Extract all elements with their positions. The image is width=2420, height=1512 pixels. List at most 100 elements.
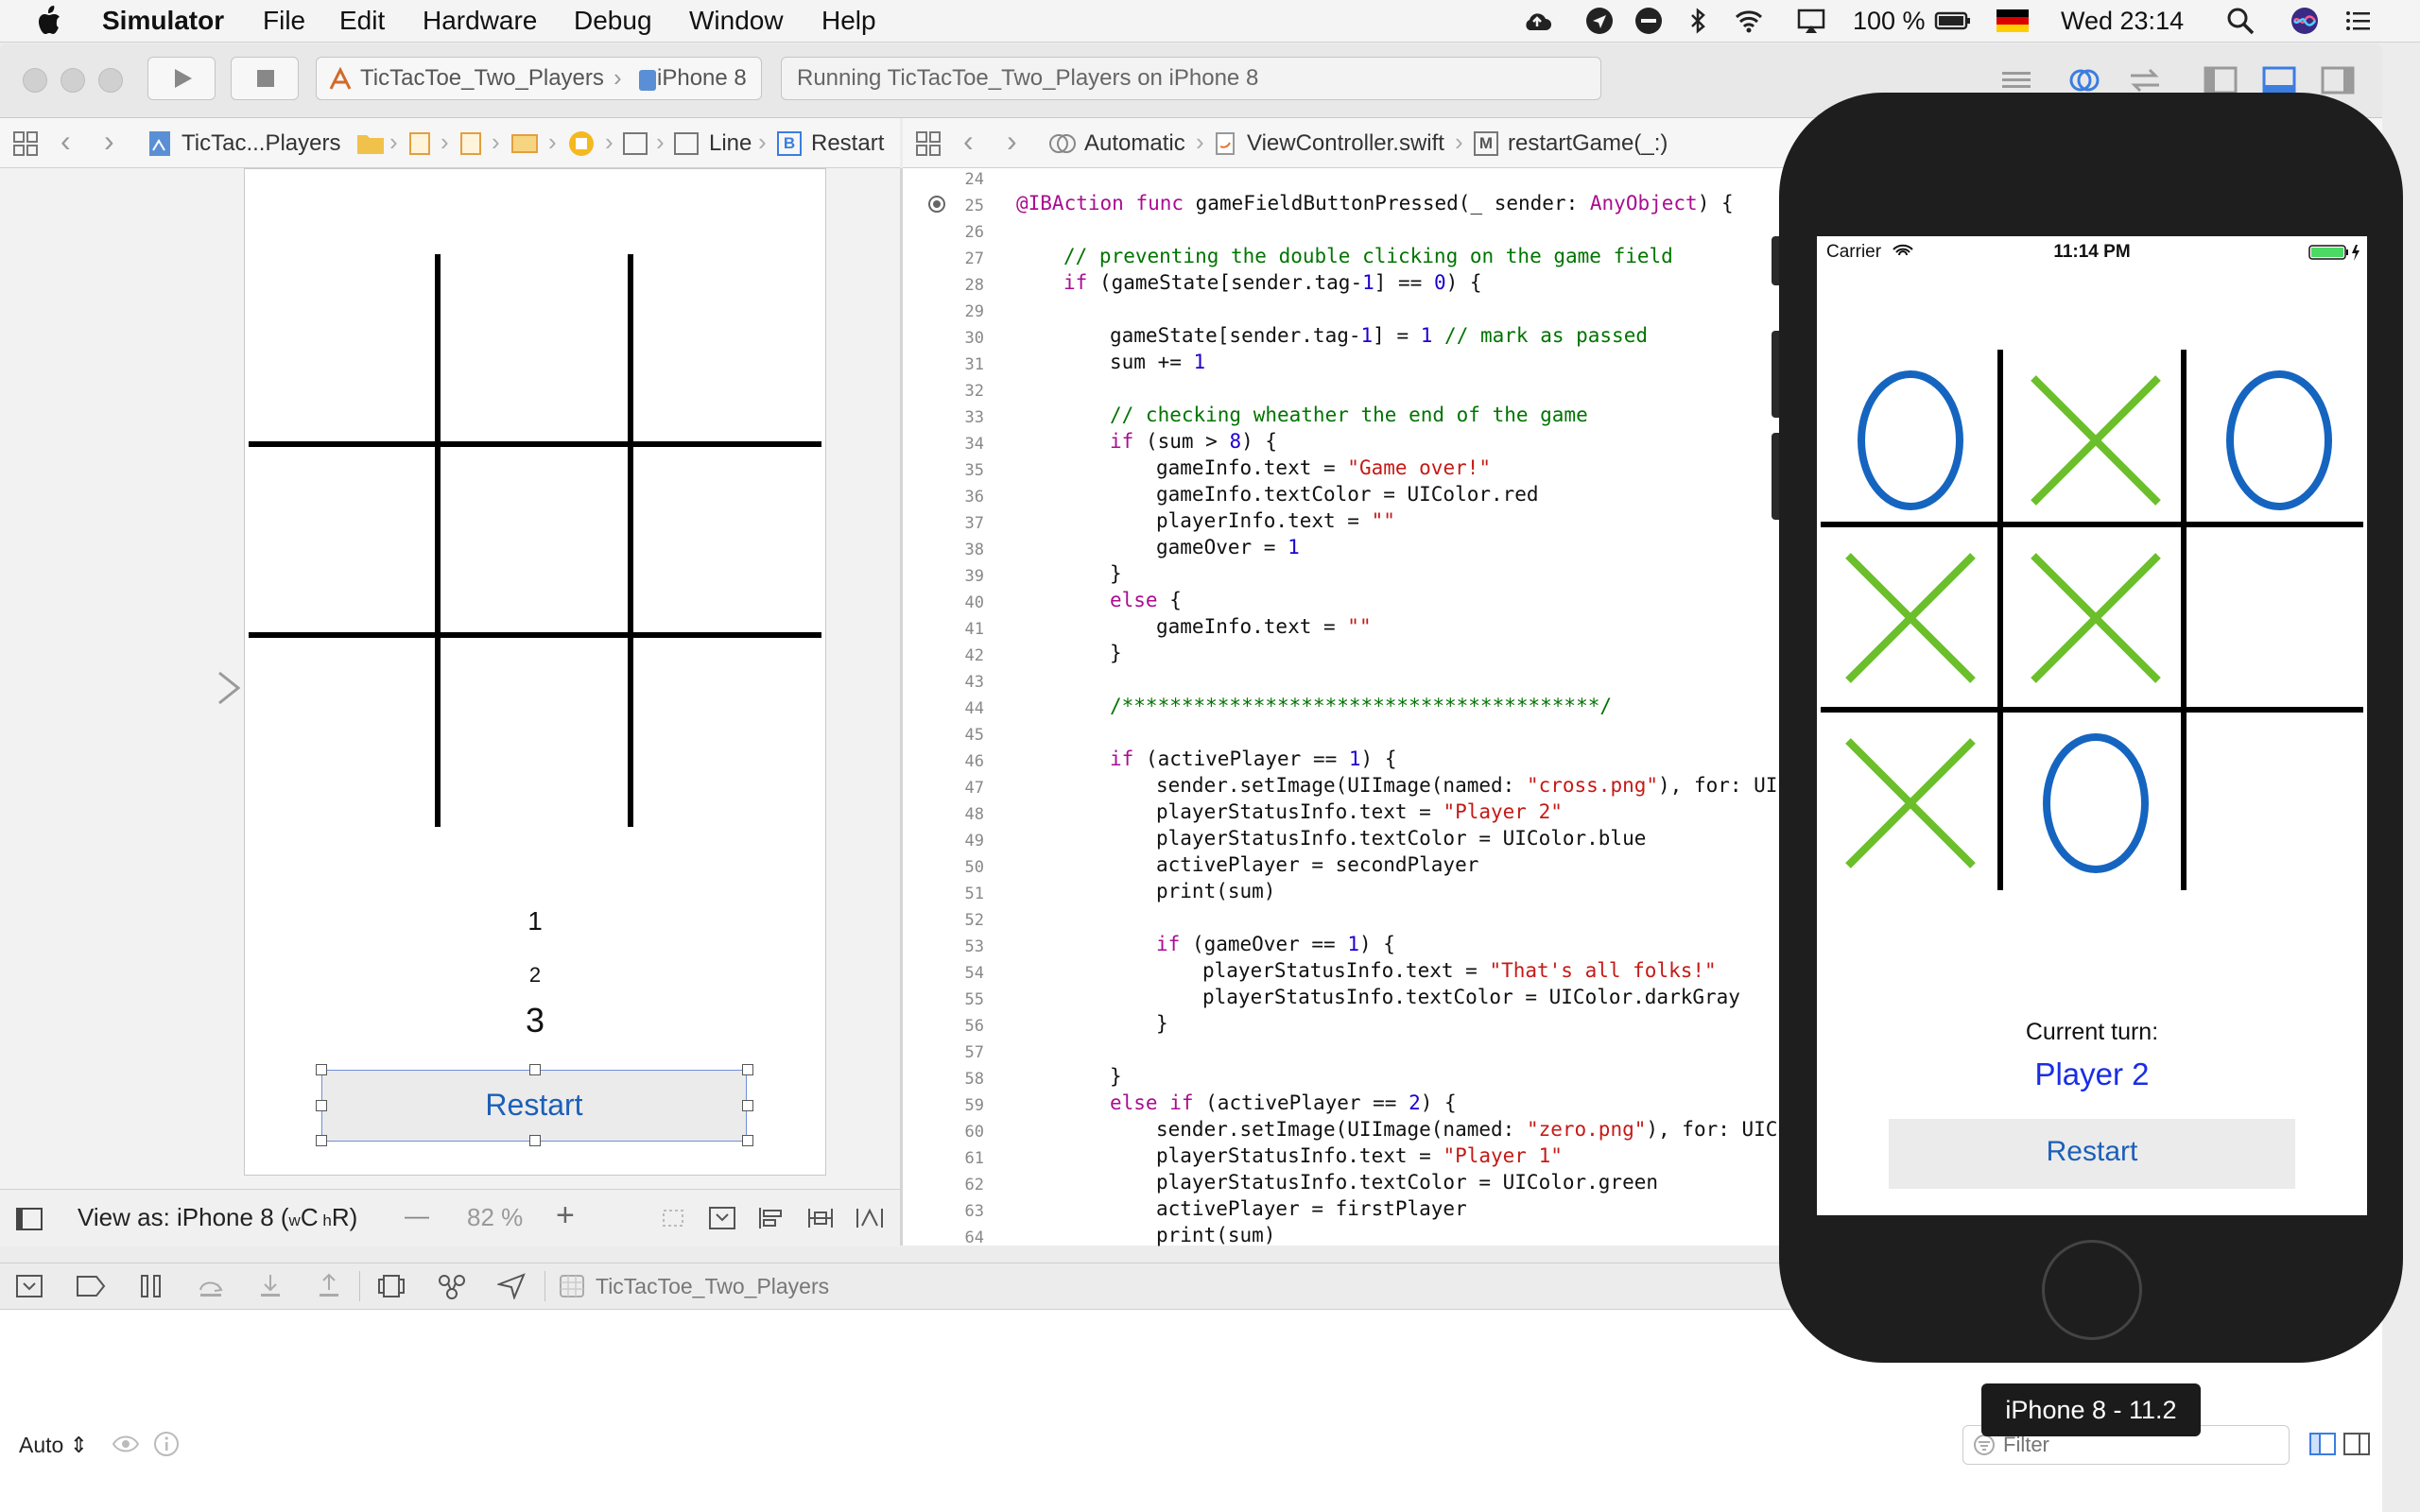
- info-icon[interactable]: [153, 1431, 180, 1457]
- code-line-61[interactable]: playerStatusInfo.text = "Player 1": [1156, 1144, 1563, 1167]
- pause-icon[interactable]: [138, 1273, 164, 1299]
- grid-line-horizontal-2[interactable]: [249, 632, 821, 638]
- code-line-54[interactable]: playerStatusInfo.text = "That's all folk…: [1202, 959, 1717, 982]
- code-line-58[interactable]: }: [1110, 1065, 1122, 1088]
- utilities-toggle-icon[interactable]: [2320, 64, 2356, 96]
- board-cell-2[interactable]: [2020, 365, 2171, 516]
- code-line-44[interactable]: /***************************************…: [1110, 695, 1612, 717]
- code-line-55[interactable]: playerStatusInfo.textColor = UIColor.dar…: [1202, 986, 1740, 1008]
- view-as-label[interactable]: View as: iPhone 8 (wC hR): [78, 1203, 357, 1232]
- code-line-48[interactable]: playerStatusInfo.text = "Player 2": [1156, 800, 1563, 823]
- storyboard-base-icon[interactable]: [459, 131, 482, 156]
- show-console-view-icon[interactable]: [2342, 1431, 2371, 1457]
- line-view-icon[interactable]: [673, 131, 700, 156]
- navigator-toggle-icon[interactable]: [2203, 64, 2238, 96]
- code-line-50[interactable]: activePlayer = secondPlayer: [1156, 853, 1478, 876]
- close-window-button[interactable]: [23, 68, 47, 93]
- jump-line[interactable]: Line: [709, 130, 752, 157]
- step-into-icon[interactable]: [257, 1273, 284, 1299]
- back-arrow-icon[interactable]: ‹: [963, 124, 974, 159]
- code-line-35[interactable]: gameInfo.text = "Game over!": [1156, 456, 1491, 479]
- code-line-47[interactable]: sender.setImage(UIImage(named: "cross.pn…: [1156, 774, 1802, 797]
- view-icon[interactable]: [622, 131, 648, 156]
- view-controller-icon[interactable]: [567, 129, 596, 158]
- menubar-clock[interactable]: Wed 23:14: [2061, 0, 2184, 42]
- apple-logo-icon[interactable]: [36, 4, 64, 38]
- variables-scope-select[interactable]: Auto ⇕: [19, 1433, 88, 1458]
- bluetooth-icon[interactable]: [1683, 6, 1713, 36]
- code-line-39[interactable]: }: [1110, 562, 1122, 585]
- step-out-icon[interactable]: [316, 1273, 342, 1299]
- resize-handle[interactable]: [529, 1064, 541, 1075]
- code-line-37[interactable]: playerInfo.text = "": [1156, 509, 1395, 532]
- grid-line-vertical-2[interactable]: [628, 254, 633, 827]
- related-items-grid-icon[interactable]: [11, 129, 40, 158]
- battery-icon[interactable]: [1934, 6, 1972, 36]
- grid-line-horizontal-1[interactable]: [249, 441, 821, 447]
- document-outline-toggle-icon[interactable]: [15, 1207, 43, 1231]
- standard-editor-icon[interactable]: [1998, 64, 2034, 96]
- resize-handle[interactable]: [529, 1135, 541, 1146]
- minus-circle-icon[interactable]: [1634, 6, 1664, 36]
- code-line-28[interactable]: if (gameState[sender.tag-1] == 0) {: [1063, 271, 1482, 294]
- resize-handle[interactable]: [316, 1100, 327, 1111]
- volume-down-button[interactable]: [1772, 433, 1779, 520]
- code-line-27[interactable]: // preventing the double clicking on the…: [1063, 245, 1673, 267]
- notification-center-icon[interactable]: [2342, 6, 2373, 36]
- resize-handle[interactable]: [742, 1100, 753, 1111]
- run-button[interactable]: [147, 57, 216, 100]
- code-line-63[interactable]: activePlayer = firstPlayer: [1156, 1197, 1467, 1220]
- jump-automatic[interactable]: Automatic: [1084, 130, 1185, 157]
- code-line-64[interactable]: print(sum): [1156, 1224, 1275, 1246]
- menu-edit[interactable]: Edit: [339, 0, 385, 42]
- volume-up-button[interactable]: [1772, 331, 1779, 418]
- back-arrow-icon[interactable]: ‹: [60, 124, 71, 159]
- menu-app-name[interactable]: Simulator: [102, 0, 224, 42]
- board-cell-6[interactable]: [2204, 542, 2355, 694]
- forward-arrow-icon[interactable]: ›: [1007, 124, 1017, 159]
- code-line-42[interactable]: }: [1110, 642, 1122, 664]
- jump-file-name[interactable]: ViewController.swift: [1247, 130, 1444, 157]
- board-cell-8[interactable]: [2020, 728, 2171, 879]
- resize-handle[interactable]: [742, 1135, 753, 1146]
- code-line-30[interactable]: gameState[sender.tag-1] = 1 // mark as p…: [1110, 324, 1648, 347]
- siri-icon[interactable]: [2290, 6, 2320, 36]
- code-line-53[interactable]: if (gameOver == 1) {: [1156, 933, 1395, 955]
- view-controller-scene[interactable]: 1 2 3 Restart: [244, 168, 826, 1176]
- resolve-issues-icon[interactable]: [855, 1205, 885, 1231]
- mute-switch[interactable]: [1772, 236, 1779, 285]
- board-cell-3[interactable]: [2204, 365, 2355, 516]
- menu-help[interactable]: Help: [821, 0, 876, 42]
- code-line-25[interactable]: @IBAction func gameFieldButtonPressed(_ …: [1016, 192, 1734, 215]
- hide-debug-area-icon[interactable]: [15, 1273, 43, 1299]
- board-cell-4[interactable]: [1835, 542, 1986, 694]
- menu-file[interactable]: File: [263, 0, 305, 42]
- simulator-restart-button[interactable]: Restart: [1889, 1119, 2295, 1189]
- menu-window[interactable]: Window: [689, 0, 784, 42]
- zoom-out-button[interactable]: —: [405, 1201, 429, 1230]
- code-line-34[interactable]: if (sum > 8) {: [1110, 430, 1277, 453]
- board-cell-5[interactable]: [2020, 542, 2171, 694]
- german-flag-icon[interactable]: [1996, 9, 2029, 32]
- jump-method-name[interactable]: restartGame(_:): [1508, 130, 1668, 157]
- board-cell-9[interactable]: [2204, 728, 2355, 879]
- debug-target-name[interactable]: TicTacToe_Two_Players: [596, 1274, 829, 1299]
- storyboard-file-icon[interactable]: [408, 131, 431, 156]
- assistant-editor-icon[interactable]: [2066, 64, 2102, 96]
- add-constraints-icon[interactable]: [805, 1205, 836, 1231]
- home-button[interactable]: [2042, 1240, 2142, 1340]
- scheme-selector[interactable]: TicTacToe_Two_Players › iPhone 8: [316, 57, 762, 100]
- code-line-51[interactable]: print(sum): [1156, 880, 1275, 902]
- grid-line-vertical-1[interactable]: [435, 254, 441, 827]
- restart-button-selected[interactable]: Restart: [321, 1070, 747, 1142]
- board-cell-7[interactable]: [1835, 728, 1986, 879]
- align-icon[interactable]: [756, 1205, 786, 1231]
- cloud-upload-icon[interactable]: [1522, 6, 1552, 36]
- board-cell-1[interactable]: [1835, 365, 1986, 516]
- version-editor-icon[interactable]: [2127, 64, 2163, 96]
- folder-icon[interactable]: [355, 131, 386, 156]
- debug-area-toggle-icon[interactable]: [2261, 64, 2297, 96]
- forward-arrow-icon[interactable]: ›: [104, 124, 114, 159]
- minimize-window-button[interactable]: [60, 68, 85, 93]
- code-line-41[interactable]: gameInfo.text = "": [1156, 615, 1372, 638]
